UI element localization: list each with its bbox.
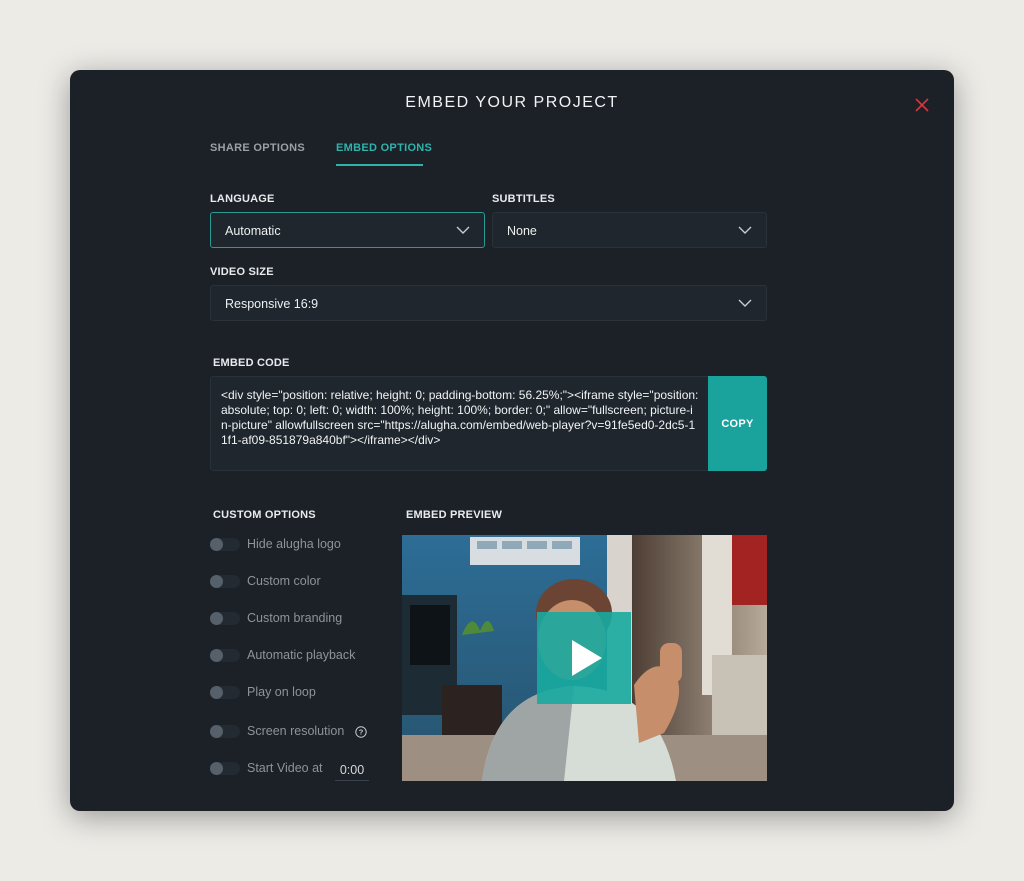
toggle-switch[interactable] (210, 686, 240, 699)
video-size-select[interactable]: Responsive 16:9 (210, 285, 767, 321)
toggle-knob (210, 612, 223, 625)
help-circle-icon[interactable]: ? (355, 726, 367, 738)
tab-embed-options[interactable]: EMBED OPTIONS (336, 142, 432, 154)
copy-button[interactable]: COPY (708, 376, 767, 471)
toggle-knob (210, 725, 223, 738)
embed-modal: EMBED YOUR PROJECT SHARE OPTIONS EMBED O… (70, 70, 954, 811)
option-label: Hide alugha logo (247, 537, 341, 551)
toggle-knob (210, 538, 223, 551)
play-icon (572, 640, 602, 676)
chevron-down-icon (738, 226, 752, 234)
modal-title: EMBED YOUR PROJECT (405, 94, 619, 111)
subtitles-value: None (507, 224, 537, 238)
option-label: Screen resolution (247, 724, 345, 738)
toggle-switch[interactable] (210, 762, 240, 775)
toggle-knob (210, 686, 223, 699)
option-automatic-playback[interactable]: Automatic playback (210, 647, 400, 665)
embed-preview-video[interactable] (402, 535, 767, 781)
language-label: LANGUAGE (210, 193, 275, 205)
option-label: Play on loop (247, 685, 316, 699)
toggle-knob (210, 649, 223, 662)
close-icon[interactable] (914, 97, 930, 113)
subtitles-label: SUBTITLES (492, 193, 555, 205)
option-start-video-at[interactable]: Start Video at (210, 760, 400, 778)
option-screen-resolution[interactable]: Screen resolution (210, 723, 400, 741)
toggle-switch[interactable] (210, 612, 240, 625)
chevron-down-icon (738, 299, 752, 307)
option-label: Start Video at (247, 761, 323, 775)
chevron-down-icon (456, 226, 470, 234)
toggle-knob (210, 762, 223, 775)
tab-share-options[interactable]: SHARE OPTIONS (210, 142, 305, 154)
option-custom-branding[interactable]: Custom branding (210, 610, 400, 628)
toggle-switch[interactable] (210, 575, 240, 588)
embed-code-label: EMBED CODE (213, 357, 290, 369)
embed-preview-label: EMBED PREVIEW (406, 509, 503, 521)
toggle-switch[interactable] (210, 649, 240, 662)
video-size-value: Responsive 16:9 (225, 297, 319, 311)
language-value: Automatic (225, 224, 281, 238)
option-hide-logo[interactable]: Hide alugha logo (210, 536, 400, 554)
option-label: Automatic playback (247, 648, 356, 662)
custom-options-label: CUSTOM OPTIONS (213, 509, 316, 521)
embed-code-textarea[interactable]: <div style="position: relative; height: … (210, 376, 710, 471)
toggle-knob (210, 575, 223, 588)
video-size-label: VIDEO SIZE (210, 266, 274, 278)
start-time-input[interactable]: 0:00 (335, 762, 369, 781)
toggle-switch[interactable] (210, 725, 240, 738)
subtitles-select[interactable]: None (492, 212, 767, 248)
play-button[interactable] (537, 612, 631, 704)
svg-text:?: ? (359, 728, 364, 737)
option-play-on-loop[interactable]: Play on loop (210, 684, 400, 702)
language-select[interactable]: Automatic (210, 212, 485, 248)
option-custom-color[interactable]: Custom color (210, 573, 400, 591)
option-label: Custom color (247, 574, 321, 588)
option-label: Custom branding (247, 611, 343, 625)
active-tab-indicator (336, 164, 423, 166)
toggle-switch[interactable] (210, 538, 240, 551)
